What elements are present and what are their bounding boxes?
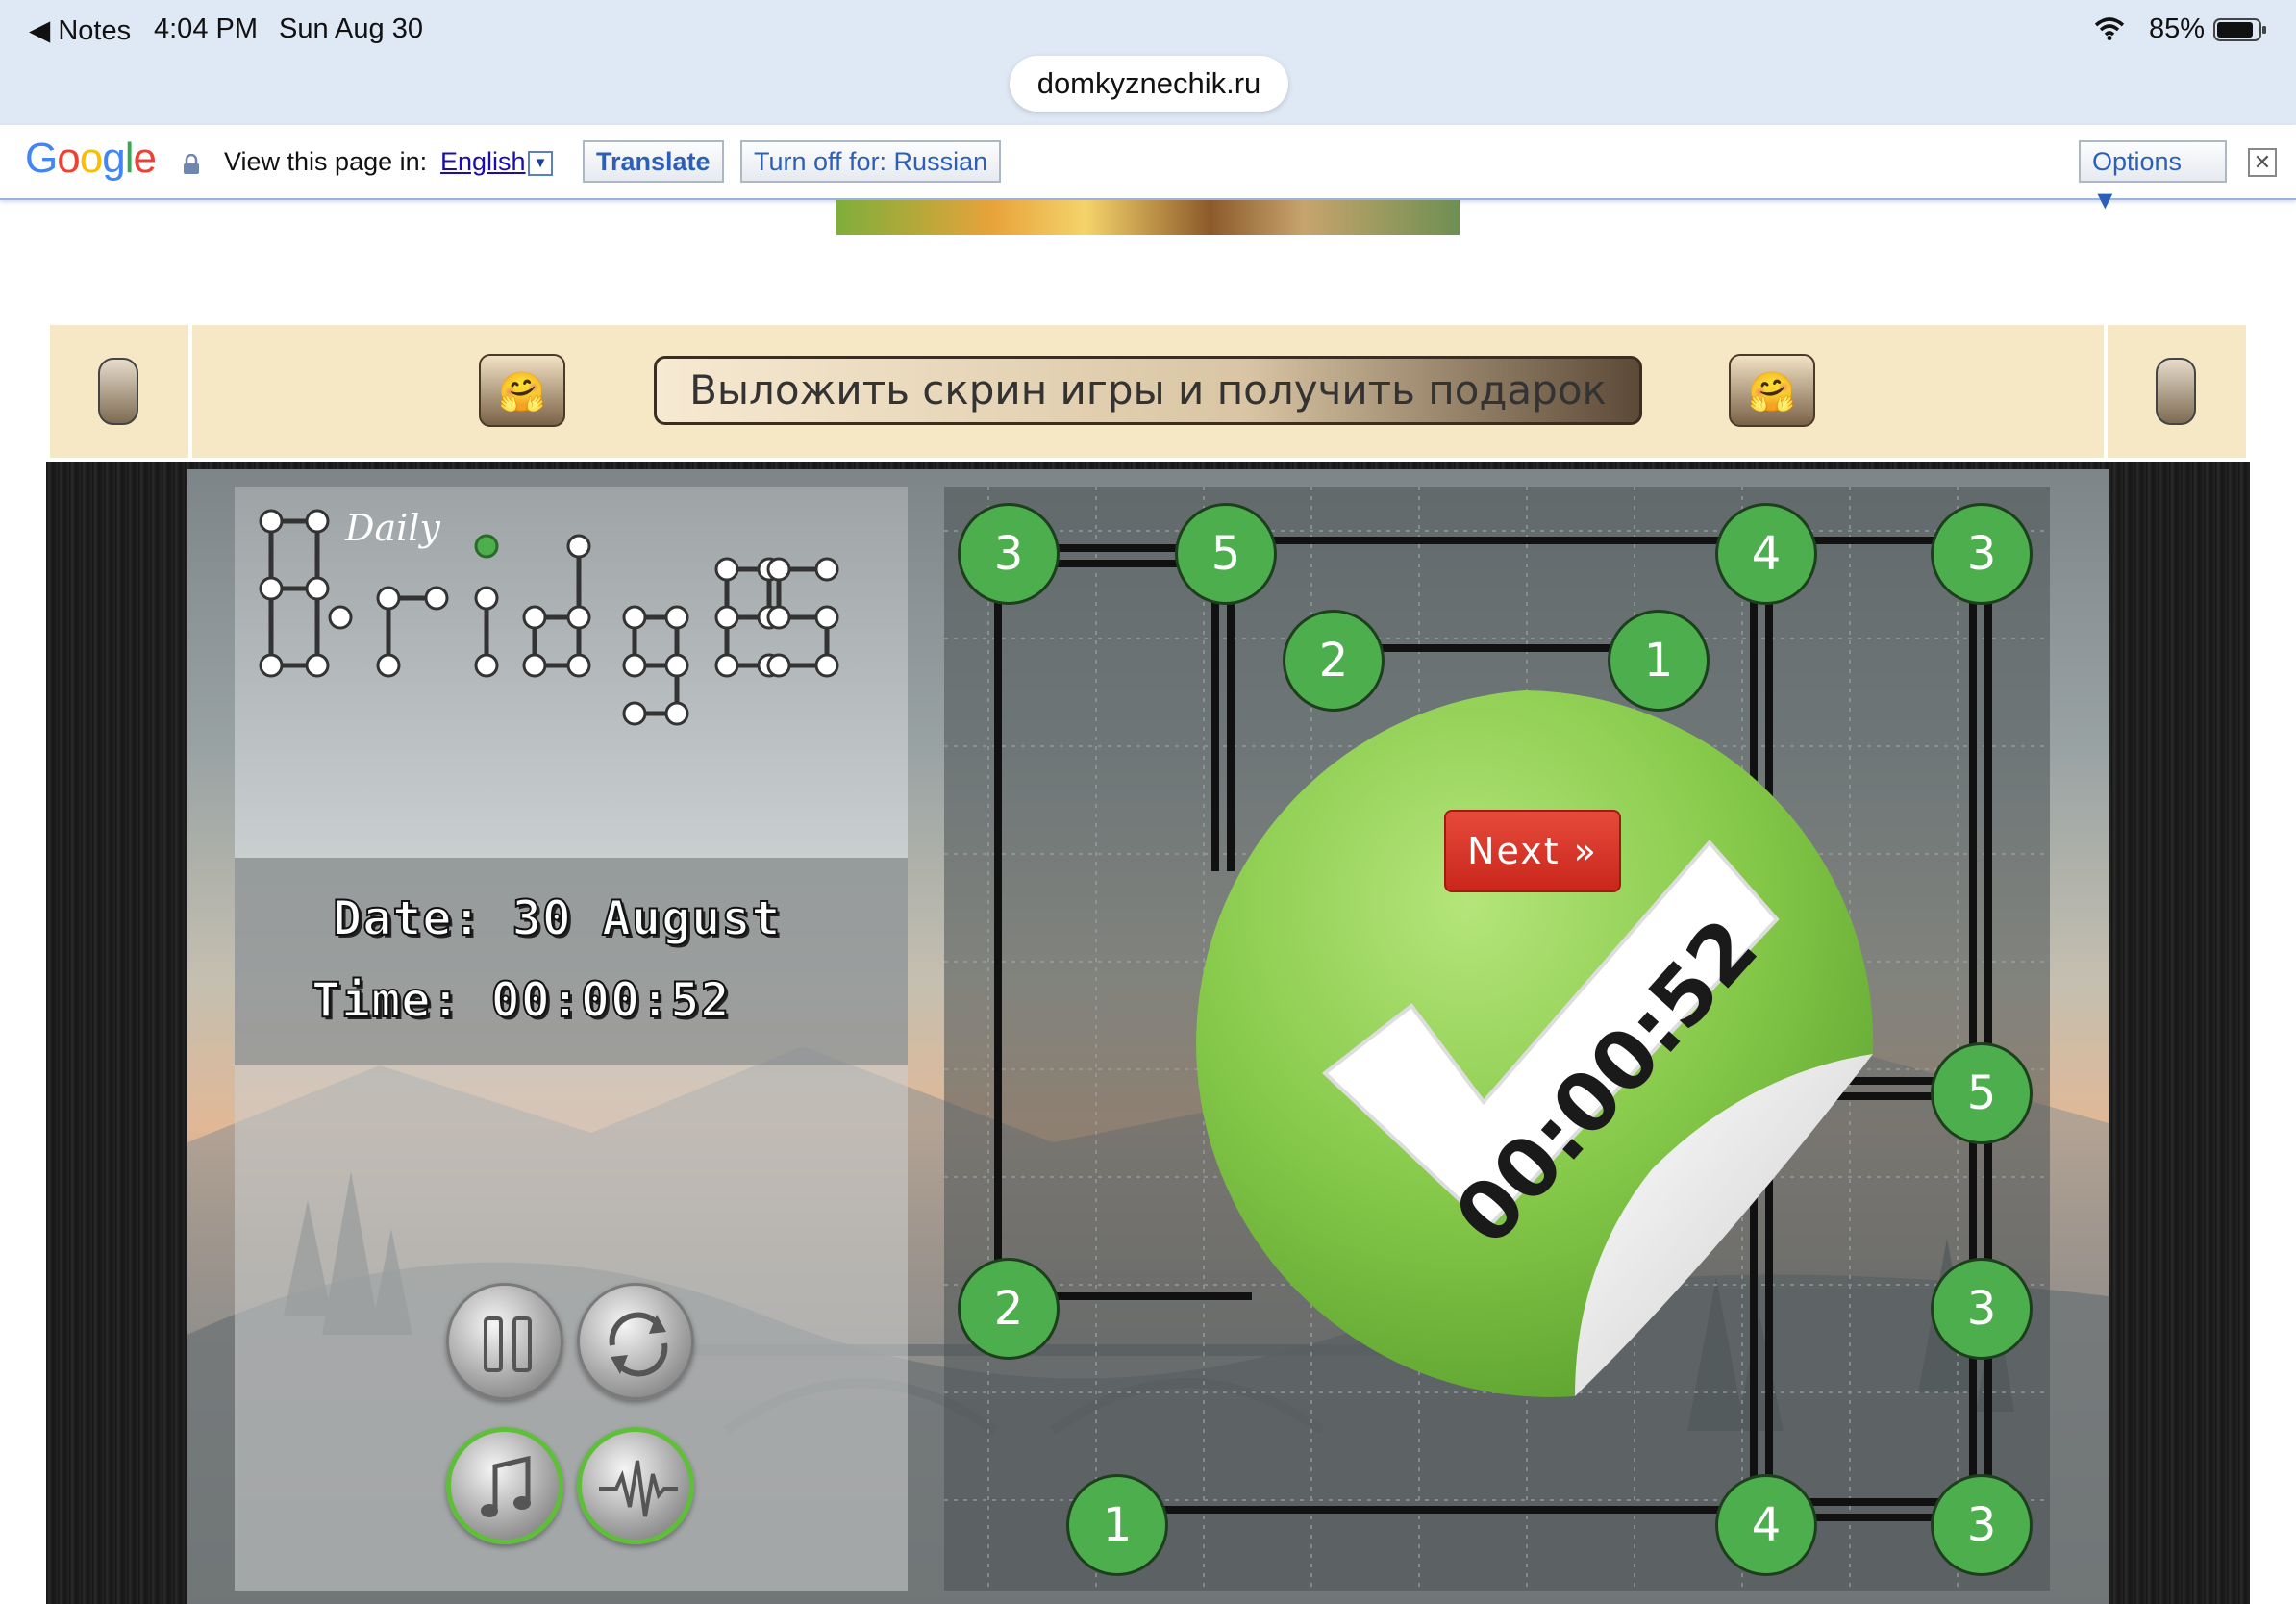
next-button[interactable]: Next » — [1444, 810, 1621, 892]
island-node[interactable]: 3 — [1931, 503, 2033, 605]
slider-handle[interactable] — [2156, 358, 2196, 425]
logo-script-text: Daily — [344, 507, 440, 549]
status-date: Sun Aug 30 — [279, 13, 423, 44]
emoji-button[interactable]: 🤗 — [479, 354, 565, 427]
back-to-notes-link[interactable]: ◀ Notes — [29, 13, 131, 47]
sound-wave-icon — [599, 1460, 678, 1517]
island-node[interactable]: 2 — [958, 1258, 1060, 1360]
close-icon[interactable]: ✕ — [2248, 148, 2277, 177]
ad-banner-image[interactable] — [836, 200, 1460, 235]
pause-button[interactable] — [446, 1283, 563, 1400]
lock-icon — [184, 154, 199, 174]
wifi-icon — [2094, 17, 2125, 40]
promo-divider — [2104, 325, 2108, 458]
island-node[interactable]: 3 — [958, 503, 1060, 605]
island-node[interactable]: 5 — [1931, 1042, 2033, 1144]
restart-button[interactable] — [577, 1283, 694, 1400]
controls-area — [235, 1065, 908, 1591]
google-translate-bar: Google View this page in: English ▼ Tran… — [0, 125, 2296, 214]
promo-divider — [188, 325, 192, 458]
game-info — [235, 858, 908, 1065]
browser-chrome: ◀ Notes 4:04 PM Sun Aug 30 85% domkyznec… — [0, 0, 2296, 125]
emoji-button[interactable]: 🤗 — [1729, 354, 1815, 427]
island-node[interactable]: 5 — [1175, 503, 1277, 605]
music-button[interactable] — [446, 1427, 563, 1544]
options-button[interactable]: Options ▼ — [2079, 140, 2227, 214]
google-logo: Google — [25, 135, 157, 182]
success-sticker — [1196, 690, 1874, 1397]
game-side-panel: Daily — [235, 487, 908, 1591]
battery-icon — [2213, 18, 2266, 41]
language-select[interactable]: English — [440, 147, 526, 177]
island-node[interactable]: 4 — [1715, 503, 1817, 605]
translate-button[interactable]: Translate — [583, 140, 724, 183]
island-node[interactable]: 3 — [1931, 1474, 2033, 1576]
turn-off-translate-button[interactable]: Turn off for: Russian — [740, 140, 1002, 183]
battery-percent: 85% — [2148, 13, 2205, 44]
sound-button[interactable] — [577, 1427, 694, 1544]
island-node[interactable]: 4 — [1715, 1474, 1817, 1576]
slider-handle[interactable] — [98, 358, 138, 425]
island-node[interactable]: 3 — [1931, 1258, 2033, 1360]
chevron-down-icon[interactable]: ▼ — [528, 151, 553, 176]
address-bar[interactable]: domkyznechik.ru — [1010, 56, 1288, 112]
share-screenshot-button[interactable]: Выложить скрин игры и получить подарок — [654, 356, 1642, 425]
island-node[interactable]: 1 — [1066, 1474, 1168, 1576]
view-page-label: View this page in: — [224, 147, 428, 176]
game-date: Date: 30 August — [332, 890, 782, 947]
status-time: 4:04 PM — [154, 13, 258, 44]
music-note-icon — [481, 1455, 531, 1517]
game-logo: Daily — [235, 487, 908, 858]
pause-icon — [484, 1316, 532, 1372]
restart-icon — [609, 1312, 668, 1377]
game-timer: Time: 00:00:52 — [311, 971, 731, 1029]
